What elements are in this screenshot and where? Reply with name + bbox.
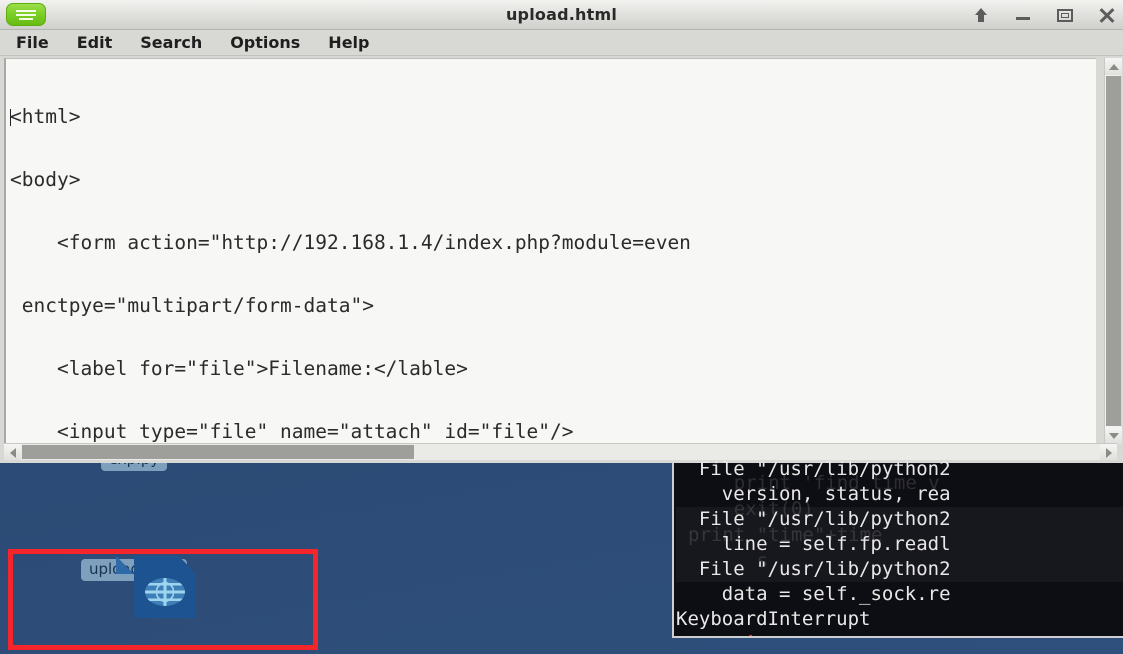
desktop-icon-upload-html[interactable]: upload.html: [74, 556, 196, 618]
menu-item-help[interactable]: Help: [328, 33, 369, 52]
titlebar[interactable]: upload.html: [0, 0, 1123, 30]
scroll-up-arrow-icon[interactable]: [1105, 58, 1122, 75]
hamburger-menu-icon[interactable]: [6, 3, 46, 26]
code-line: <input type="file" name="attach" id="fil…: [10, 420, 574, 443]
terminal-prompt-user: root@simpleedu: [676, 633, 836, 636]
maximize-icon[interactable]: [1055, 5, 1075, 25]
code-textarea[interactable]: <html> <body> <form action="http://192.1…: [4, 58, 1096, 444]
code-line: <form action="http://192.168.1.4/index.p…: [10, 231, 691, 254]
menubar: File Edit Search Options Help: [0, 30, 1123, 56]
vertical-scrollbar-thumb[interactable]: [1106, 76, 1121, 426]
window-controls: [971, 0, 1117, 29]
minimize-icon[interactable]: [1013, 5, 1033, 25]
menu-item-file[interactable]: File: [16, 33, 49, 52]
terminal-line: File "/usr/lib/python2: [676, 557, 1123, 582]
close-icon[interactable]: [1097, 5, 1117, 25]
scroll-down-arrow-icon[interactable]: [1105, 427, 1122, 444]
text-editor-window: upload.html File Edit Search Options Hel…: [0, 0, 1123, 463]
scroll-left-arrow-icon[interactable]: [4, 444, 21, 460]
vertical-scrollbar[interactable]: [1104, 58, 1122, 444]
horizontal-scrollbar-thumb[interactable]: [22, 445, 414, 459]
terminal-line: version, status, rea: [676, 483, 951, 505]
terminal-prompt-path: ~/Desktop: [848, 633, 951, 636]
terminal-window[interactable]: print 'find time v exit(0) print "time"+…: [672, 452, 1123, 638]
terminal-line: data = self._sock.re: [676, 583, 951, 605]
menu-item-options[interactable]: Options: [230, 33, 300, 52]
up-arrow-icon[interactable]: [971, 5, 991, 25]
terminal-line: File "/usr/lib/python2: [676, 458, 951, 480]
page-title: upload.html: [505, 5, 618, 24]
terminal-prompt: root@simpleedu:~/Desktop: [676, 632, 1123, 636]
menu-item-search[interactable]: Search: [140, 33, 202, 52]
code-line: <html>: [10, 105, 81, 128]
terminal-line: line = self.fp.readl: [676, 532, 1123, 557]
menu-item-edit[interactable]: Edit: [77, 33, 113, 52]
terminal-prompt-separator: :: [836, 633, 847, 636]
desktop-screen: exp.py upload.html print 'find time v ex…: [0, 0, 1123, 654]
code-line: enctpye="multipart/form-data">: [10, 294, 374, 317]
code-line: <label for="file">Filename:</lable>: [10, 357, 468, 380]
editor-body: <html> <body> <form action="http://192.1…: [0, 56, 1123, 463]
terminal-line: KeyboardInterrupt: [676, 608, 871, 630]
terminal-output: print 'find time v exit(0) print "time"+…: [674, 454, 1123, 636]
code-line: <body>: [10, 168, 81, 191]
terminal-line: File "/usr/lib/python2: [676, 507, 1123, 532]
